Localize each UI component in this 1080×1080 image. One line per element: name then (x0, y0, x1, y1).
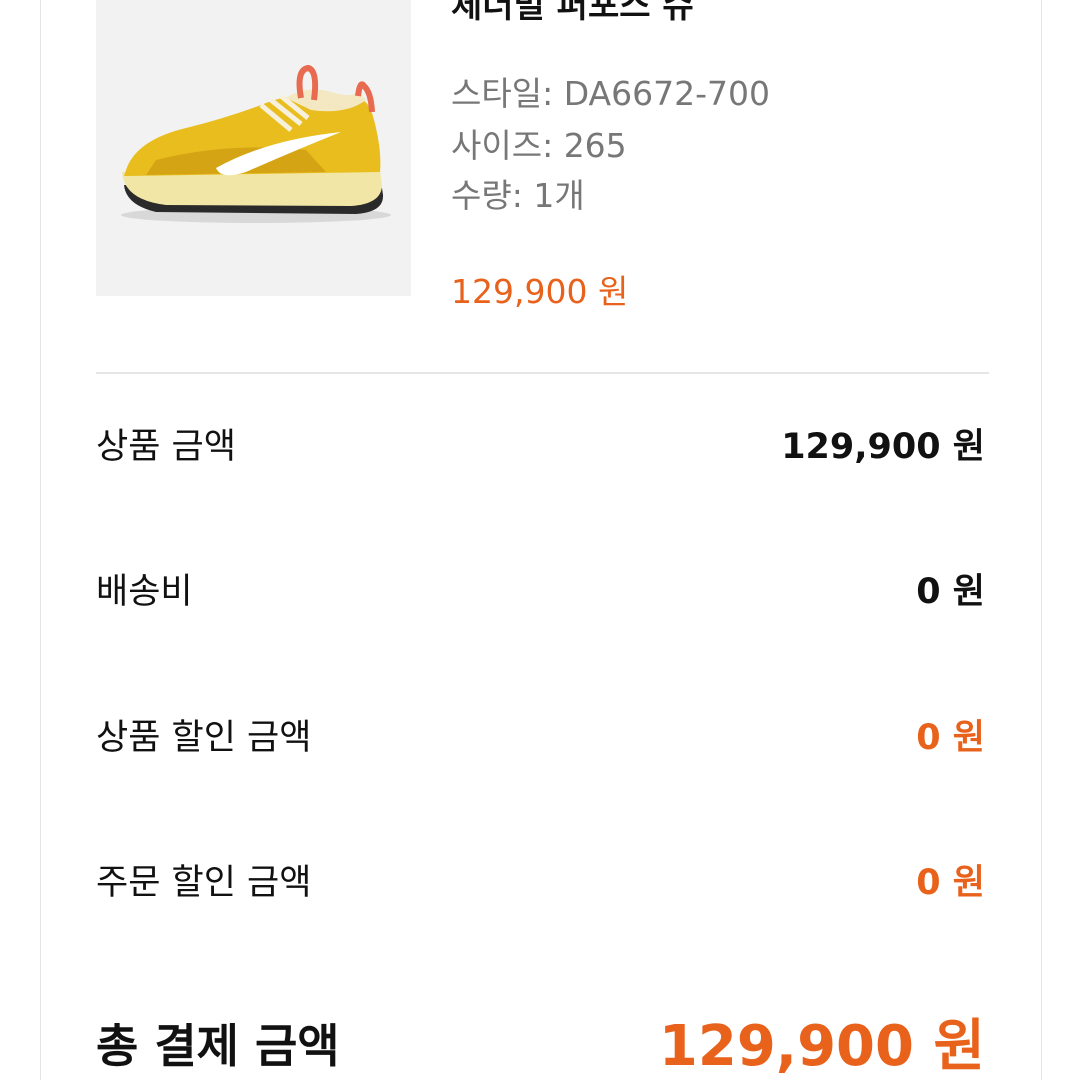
product-amount-value: 129,900 원 (781, 427, 985, 467)
total-payment-value: 129,900 원 (658, 1014, 985, 1079)
product-discount-label: 상품 할인 금액 (96, 718, 312, 758)
shipping-label: 배송비 (96, 572, 193, 612)
product-size: 사이즈: 265 (451, 126, 627, 165)
total-payment-label: 총 결제 금액 (96, 1019, 340, 1073)
product-price: 129,900 원 (451, 272, 629, 311)
product-image[interactable] (96, 0, 411, 296)
product-amount-label: 상품 금액 (96, 427, 236, 467)
order-discount-label: 주문 할인 금액 (96, 863, 312, 903)
product-quantity: 수량: 1개 (451, 176, 585, 215)
sneaker-image (96, 0, 411, 296)
order-discount-value: 0 원 (916, 863, 985, 903)
product-title[interactable]: 체더빌 퍼포스 슈 (451, 0, 694, 27)
divider (96, 372, 989, 374)
product-discount-value: 0 원 (916, 718, 985, 758)
order-summary-card: 체더빌 퍼포스 슈 스타일: DA6672-700 사이즈: 265 수량: 1… (40, 0, 1042, 1080)
shipping-value: 0 원 (916, 572, 985, 612)
product-style: 스타일: DA6672-700 (451, 74, 770, 113)
